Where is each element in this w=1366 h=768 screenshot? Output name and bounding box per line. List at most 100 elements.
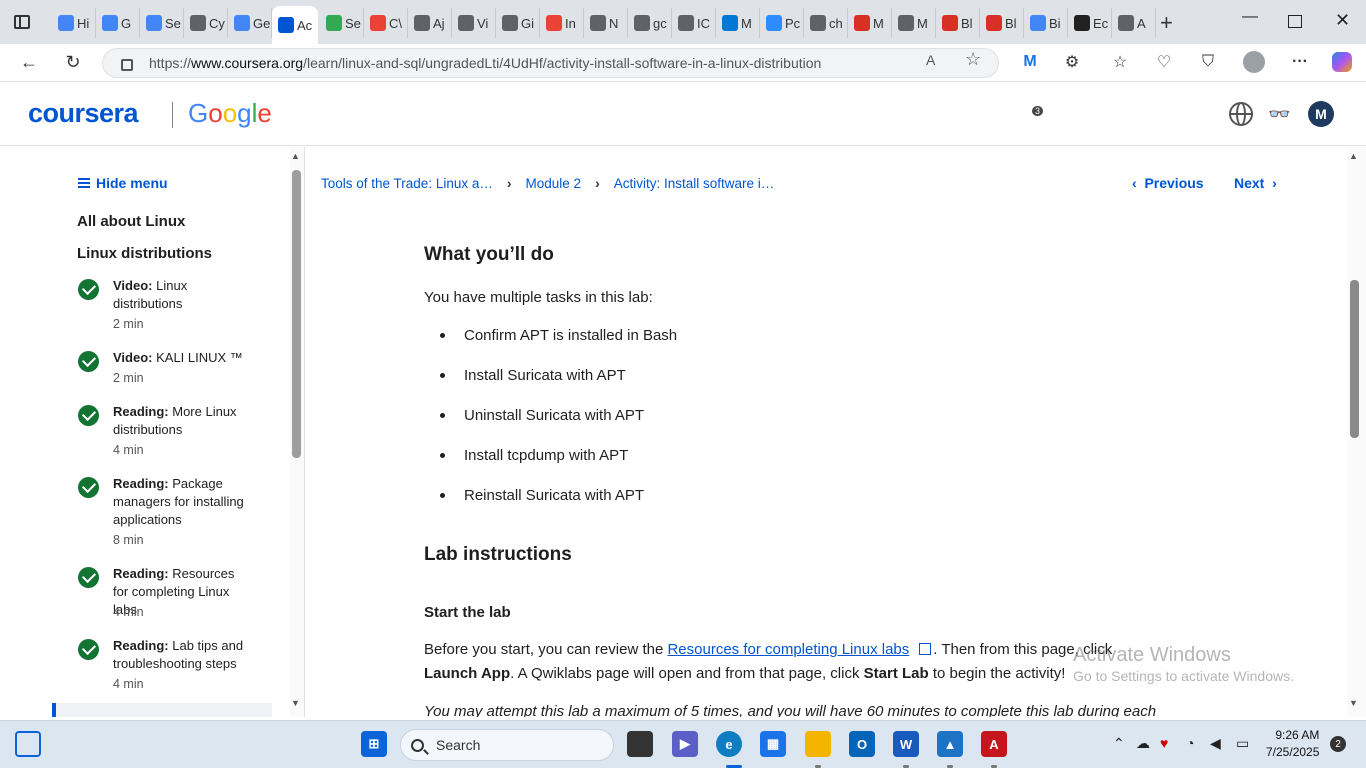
tab-label: In [565,15,576,31]
date-label: 7/25/2025 [1266,745,1320,759]
extensions-icon[interactable]: ⚙ [1060,50,1084,74]
tab-12[interactable]: N [584,8,628,38]
tab-favicon-icon [502,15,518,31]
tab-favicon-icon [278,17,294,33]
tab-3[interactable]: Cy [184,8,228,38]
tab-17[interactable]: ch [804,8,848,38]
minimize-icon[interactable]: — [1242,8,1258,26]
new-tab-button[interactable]: + [1160,10,1173,36]
health-icon[interactable]: ♥ [1160,735,1168,751]
copilot-icon[interactable] [1330,50,1354,74]
acrobat-icon[interactable]: A [981,731,1007,757]
breadcrumb-module[interactable]: Module 2 [526,176,582,191]
tab-22[interactable]: Bi [1024,8,1068,38]
tab-23[interactable]: Ec [1068,8,1112,38]
tab-13[interactable]: gc [628,8,672,38]
outlook-icon[interactable]: O [849,731,875,757]
tab-favicon-icon [1074,15,1090,31]
main-scroll-up-icon[interactable]: ▲ [1349,151,1358,161]
accessibility-glasses-icon[interactable]: 👓 [1268,104,1292,128]
tab-19[interactable]: M [892,8,936,38]
tab-favicon-icon [190,15,206,31]
chevron-up-icon[interactable]: ⌃ [1113,735,1125,752]
tab-16[interactable]: Pc [760,8,804,38]
edge-icon[interactable]: e [716,731,742,757]
sidebar-item-current[interactable] [52,703,272,717]
resources-link[interactable]: Resources for completing Linux labs [667,641,909,658]
onedrive-icon[interactable]: ☁ [1136,735,1150,752]
breadcrumb-activity[interactable]: Activity: Install software i… [614,176,775,191]
hide-menu-button[interactable]: Hide menu [78,175,168,191]
section-all-about-linux[interactable]: All about Linux [77,213,185,230]
section-linux-distributions[interactable]: Linux distributions [77,245,212,262]
tab-0[interactable]: Hi [52,8,96,38]
tab-favicon-icon [942,15,958,31]
tab-18[interactable]: M [848,8,892,38]
widgets-icon[interactable] [15,731,41,757]
tab-11[interactable]: In [540,8,584,38]
favorite-star-icon[interactable]: ☆ [965,49,981,70]
tab-5[interactable]: Ac✕ [272,6,318,44]
wifi-icon[interactable]: ◔ [1186,735,1194,751]
tab-15[interactable]: M [716,8,760,38]
clock[interactable]: 9:26 AM 7/25/2025 [1266,727,1319,761]
tab-20[interactable]: Bl [936,8,980,38]
battery-icon[interactable]: ▭ [1236,735,1249,752]
url-text: https://www.coursera.org/learn/linux-and… [149,55,822,71]
taskbar-search[interactable]: Search [400,729,614,761]
close-window-icon[interactable]: ✕ [1335,10,1350,31]
breadcrumb-course[interactable]: Tools of the Trade: Linux a… [321,176,493,191]
completed-check-icon [78,405,99,426]
teams-icon[interactable]: ▶ [672,731,698,757]
tab-label: ch [829,15,843,31]
language-globe-icon[interactable] [1229,102,1253,126]
tab-4[interactable]: Ge [228,8,272,38]
activate-windows-title: Activate Windows [1073,644,1231,666]
lock-icon [121,59,133,71]
file-explorer-icon[interactable] [805,731,831,757]
favorites-icon[interactable]: ☆ [1108,50,1132,74]
profile-icon[interactable] [1242,50,1266,74]
more-options-icon[interactable]: ··· [1288,50,1312,74]
back-icon[interactable]: ← [18,52,40,73]
tab-label: Ac [297,17,313,33]
chevron-right-icon: › [506,175,512,191]
tab-1[interactable]: G [96,8,140,38]
sidebar-scroll-down-icon[interactable]: ▼ [291,698,300,708]
tab-8[interactable]: Aj [408,8,452,38]
volume-icon[interactable]: ◀ [1210,735,1221,752]
tab-7[interactable]: C\ [364,8,408,38]
user-avatar[interactable]: M [1308,101,1334,127]
malwarebytes-icon[interactable]: M [1018,50,1042,74]
read-aloud-icon[interactable]: A [926,52,935,68]
browser-essentials-icon[interactable]: ♡ [1152,50,1176,74]
sidebar-scroll-up-icon[interactable]: ▲ [291,151,300,161]
tab-10[interactable]: Gi [496,8,540,38]
main-scroll-down-icon[interactable]: ▼ [1349,698,1358,708]
tab-actions-icon[interactable] [14,15,30,29]
tab-favicon-icon [414,15,430,31]
photos-icon[interactable]: ▲ [937,731,963,757]
next-button[interactable]: Next › [1234,175,1277,191]
refresh-icon[interactable]: ↻ [62,52,84,73]
tab-9[interactable]: Vi [452,8,496,38]
start-icon[interactable]: ⊞ [361,731,387,757]
notification-badge[interactable]: 2 [1330,736,1346,752]
tab-14[interactable]: IC [672,8,716,38]
word-icon[interactable]: W [893,731,919,757]
tab-21[interactable]: Bl [980,8,1024,38]
heading-start-the-lab: Start the lab [424,604,511,621]
tab-2[interactable]: Se [140,8,184,38]
store-icon[interactable]: ▦ [760,731,786,757]
shield-icon[interactable]: ⛉ [1196,50,1220,74]
main-scroll-thumb[interactable] [1350,280,1359,438]
task-view-icon[interactable] [627,731,653,757]
tab-24[interactable]: A [1112,8,1156,38]
activate-windows-subtitle: Go to Settings to activate Windows. [1073,668,1294,684]
url-field[interactable]: https://www.coursera.org/learn/linux-and… [102,48,999,78]
previous-button[interactable]: ‹ Previous [1132,175,1204,191]
maximize-icon[interactable] [1288,15,1302,28]
tab-6[interactable]: Se [320,8,364,38]
sidebar-scroll-thumb[interactable] [292,170,301,458]
coursera-logo[interactable]: coursera [28,98,139,129]
